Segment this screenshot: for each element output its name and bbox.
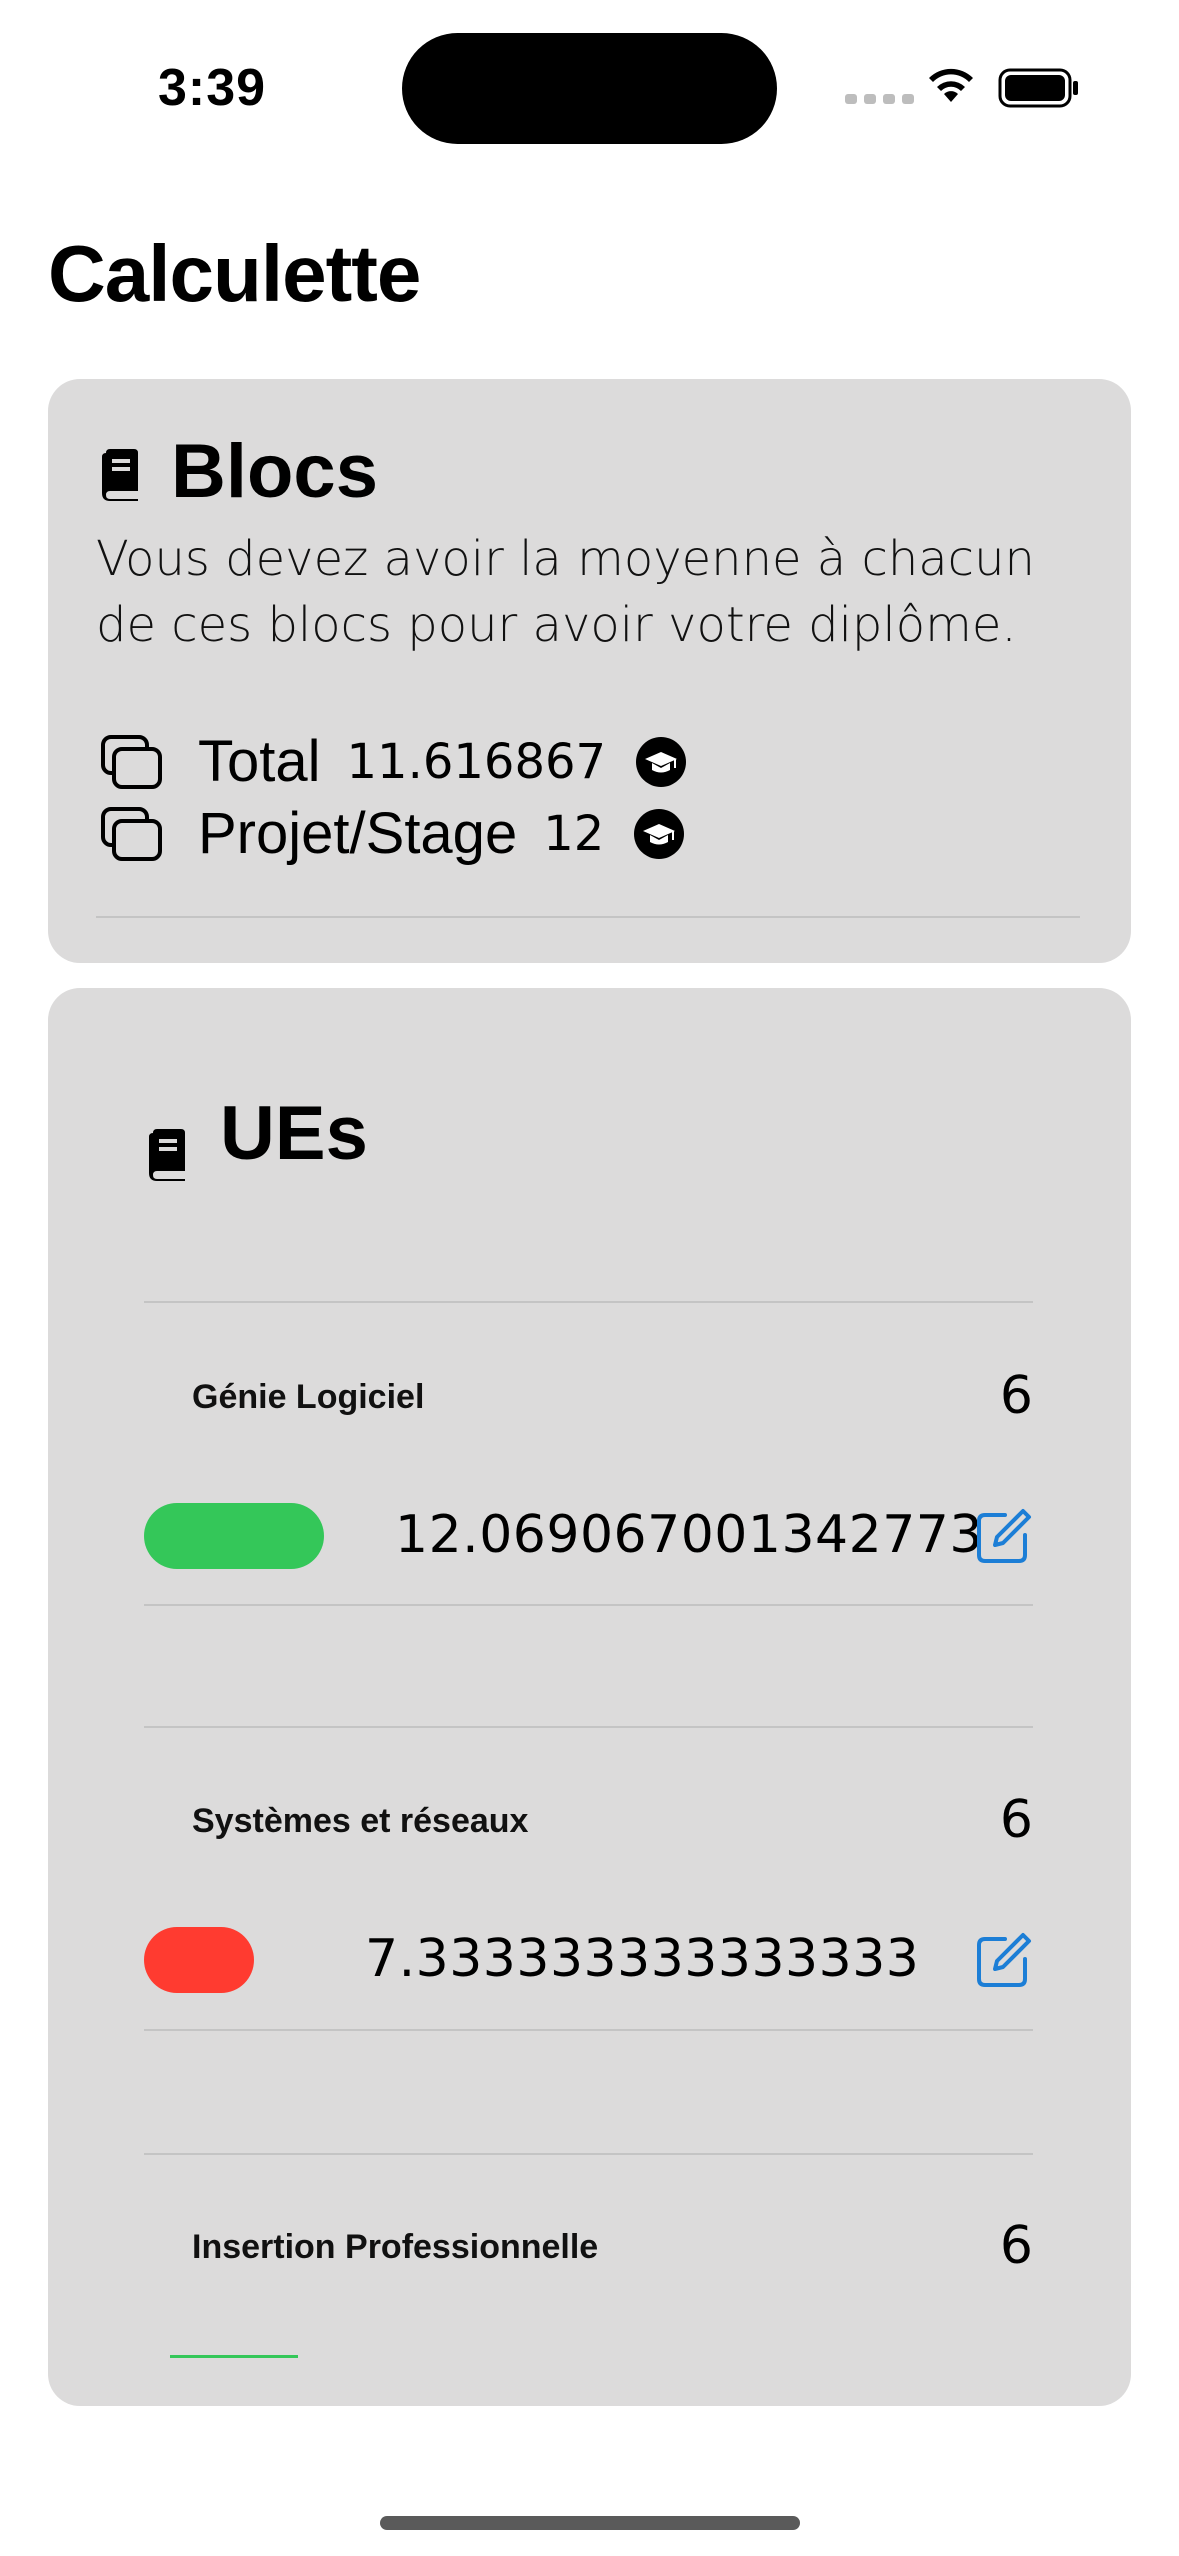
edit-icon[interactable] [975, 1507, 1033, 1565]
ues-heading: UEs [220, 1091, 368, 1176]
graduation-cap-icon [636, 736, 687, 787]
divider [144, 1604, 1033, 1606]
book-icon [149, 1129, 185, 1181]
ue-name: Génie Logiciel [192, 1378, 425, 1416]
ue-grade: 7.333333333333333 [365, 1929, 920, 1989]
battery-icon [998, 68, 1078, 108]
square-stack-icon [101, 734, 162, 789]
bloc-value: 12 [543, 805, 605, 862]
status-pill-pass [144, 1503, 324, 1569]
edit-icon[interactable] [975, 1931, 1033, 1989]
divider [144, 1726, 1033, 1728]
ue-name: Insertion Professionnelle [192, 2228, 599, 2266]
blocs-heading: Blocs [171, 429, 378, 514]
cellular-signal-icon [845, 94, 914, 104]
square-stack-icon [101, 806, 162, 861]
divider [144, 2029, 1033, 2031]
graduation-cap-icon [634, 808, 685, 859]
dynamic-island [402, 33, 777, 144]
status-pill-pass [170, 2355, 298, 2358]
blocs-description: Vous devez avoir la moyenne à chacun de … [96, 531, 1035, 653]
book-icon [102, 449, 138, 501]
divider [144, 2153, 1033, 2155]
ue-name: Systèmes et réseaux [192, 1802, 529, 1840]
ue-credits: 6 [999, 1366, 1033, 1426]
divider [96, 916, 1080, 918]
status-pill-fail [144, 1927, 254, 1993]
ue-credits: 6 [999, 2216, 1033, 2276]
status-time: 3:39 [158, 59, 267, 117]
page-title: Calculette [48, 229, 421, 318]
bloc-label: Projet/Stage [198, 801, 518, 866]
ues-card [48, 988, 1131, 2406]
bloc-row-projet-stage[interactable]: Projet/Stage 12 [100, 800, 685, 867]
bloc-value: 11.616867 [346, 733, 607, 790]
divider [144, 1301, 1033, 1303]
ue-grade: 12.069067001342773 [395, 1505, 983, 1565]
home-indicator[interactable] [380, 2516, 800, 2530]
bloc-label: Total [198, 729, 321, 794]
ue-credits: 6 [999, 1790, 1033, 1850]
bloc-row-total[interactable]: Total 11.616867 [100, 728, 687, 795]
wifi-icon [929, 68, 973, 102]
